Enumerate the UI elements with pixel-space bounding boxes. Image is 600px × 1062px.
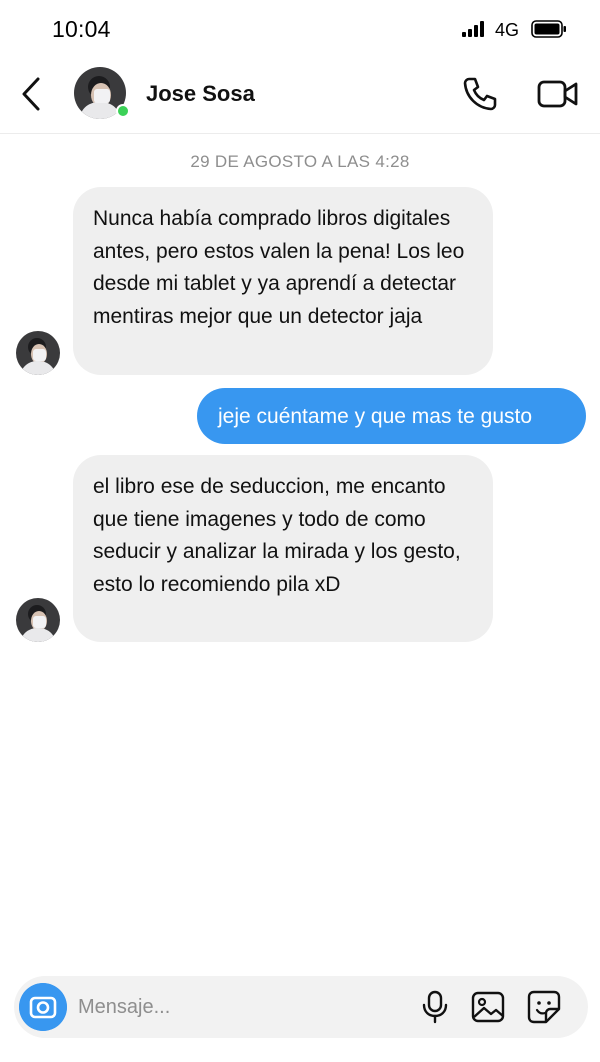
battery-icon [531, 20, 566, 38]
incoming-message-bubble[interactable]: el libro ese de seduccion, me encanto qu… [73, 455, 493, 642]
network-label: 4G [495, 20, 520, 40]
camera-icon[interactable] [19, 983, 67, 1031]
outgoing-message-bubble[interactable]: jeje cuéntame y que mas te gusto [197, 388, 586, 444]
online-status-dot [116, 104, 130, 118]
sticker-icon[interactable] [526, 989, 562, 1025]
message-input[interactable] [78, 976, 398, 1038]
status-time: 10:04 [52, 16, 111, 42]
conversation-timestamp: 29 DE AGOSTO A LAS 4:28 [190, 152, 410, 171]
message-composer [14, 976, 588, 1038]
signal-strength-icon [462, 21, 488, 37]
gallery-icon[interactable] [470, 990, 506, 1024]
chat-header: Jose Sosa [0, 58, 600, 134]
sender-avatar [16, 331, 60, 375]
video-camera-icon[interactable] [536, 74, 580, 114]
incoming-message-bubble[interactable]: Nunca había comprado libros digitales an… [73, 187, 493, 375]
status-bar: 10:04 4G [0, 0, 600, 58]
back-arrow-icon[interactable] [18, 74, 46, 114]
contact-name[interactable]: Jose Sosa [146, 81, 255, 107]
phone-icon[interactable] [460, 74, 500, 114]
sender-avatar [16, 598, 60, 642]
microphone-icon[interactable] [420, 990, 450, 1024]
